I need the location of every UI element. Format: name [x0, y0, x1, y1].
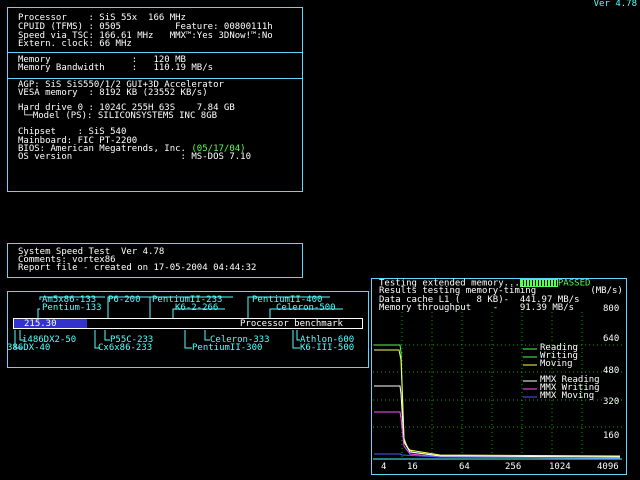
legend-mmx-moving: MMX Moving [540, 391, 595, 401]
legend-moving: Moving [540, 359, 573, 369]
legend-swatches [523, 348, 537, 398]
